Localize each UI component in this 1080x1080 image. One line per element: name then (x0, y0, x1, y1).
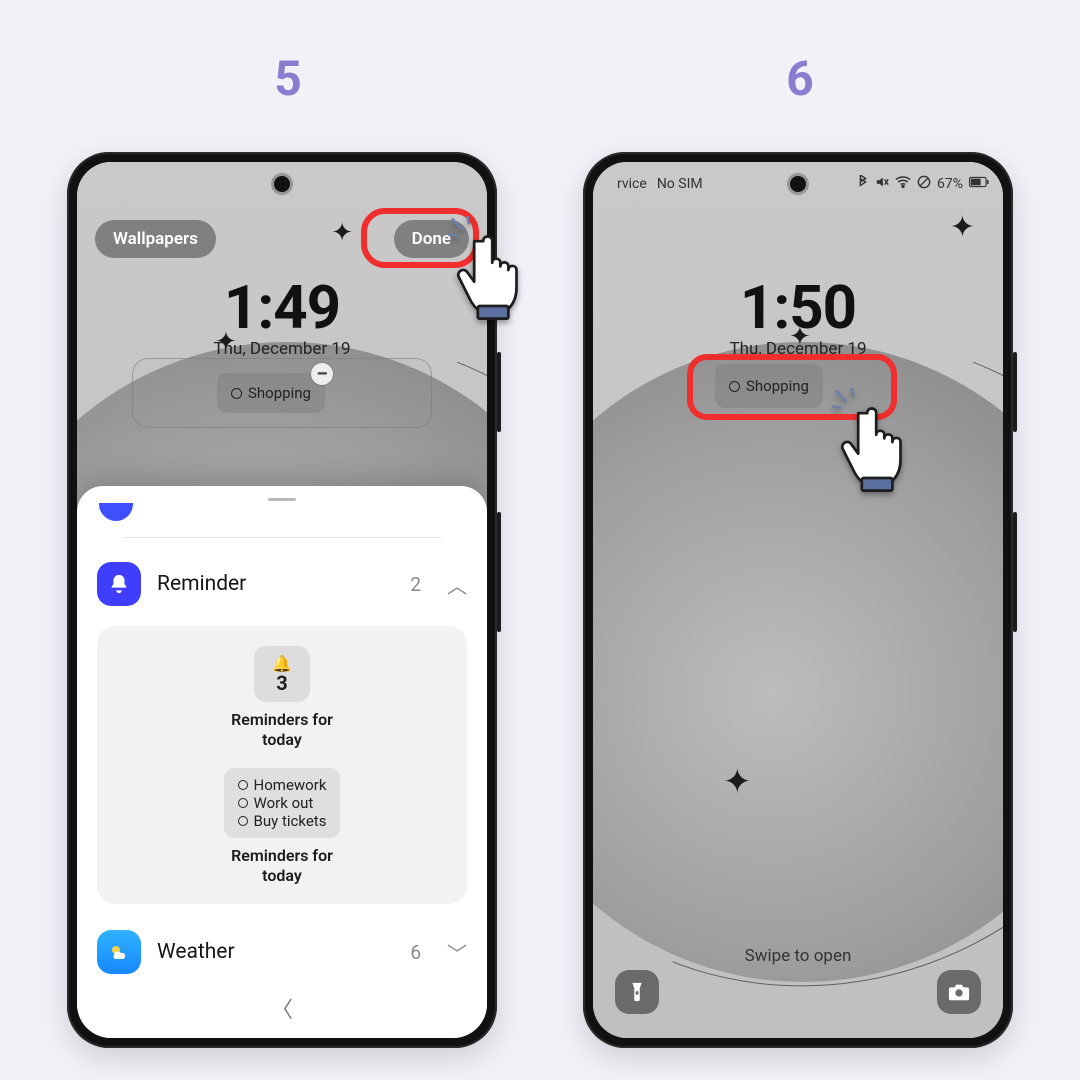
sparkle-icon: ✦ (950, 210, 975, 245)
shopping-widget[interactable]: Shopping (715, 364, 823, 408)
shopping-widget[interactable]: Shopping – (217, 373, 325, 413)
side-button (497, 512, 501, 632)
clock-time: 1:49 (77, 272, 487, 343)
shopping-label: Shopping (746, 377, 809, 395)
sparkle-icon: ✦ (723, 762, 752, 802)
wifi-icon (895, 176, 911, 192)
screen-step5: Wallpapers Done ✦ 1:49 Thu, December 19 … (77, 162, 487, 1038)
sheet-prev-row (77, 509, 487, 537)
step-number-5: 5 (258, 50, 318, 107)
radio-empty-icon (729, 381, 740, 392)
sheet-grabber[interactable] (268, 498, 296, 501)
clock-date: Thu, December 19 (593, 339, 1003, 359)
camera-hole (790, 176, 806, 192)
side-button (497, 352, 501, 432)
clock-date: Thu, December 19 ✦ (77, 339, 487, 359)
reminder-count: 3 (276, 671, 287, 695)
camera-hole (274, 176, 290, 192)
widget-picker-sheet[interactable]: Reminder 2 ︿ 🔔 3 Reminders for today Hom… (77, 486, 487, 1038)
shopping-label: Shopping (248, 384, 311, 402)
task-item: Buy tickets (238, 812, 327, 830)
wallpapers-button[interactable]: Wallpapers (95, 220, 216, 258)
bluetooth-icon (857, 175, 869, 193)
remove-widget-button[interactable]: – (311, 363, 333, 385)
camera-button[interactable] (937, 970, 981, 1014)
radio-empty-icon (238, 816, 248, 826)
screen-step6: rvice No SIM 67% (593, 162, 1003, 1038)
reminder-caption: Reminders for today (113, 846, 451, 886)
status-battery-text: 67% (937, 176, 963, 192)
reminder-widget-preview[interactable]: 🔔 3 Reminders for today Homework Work ou… (97, 626, 467, 904)
widget-row-count: 2 (410, 573, 421, 596)
side-button (1013, 352, 1017, 432)
mute-icon (875, 175, 889, 193)
reminder-count-badge: 🔔 3 (254, 646, 310, 702)
phone-frame-step6: rvice No SIM 67% (583, 152, 1013, 1048)
sparkle-icon: ✦ (331, 218, 353, 248)
reminder-app-icon (97, 562, 141, 606)
chevron-down-icon: ﹀ (447, 938, 467, 967)
swipe-to-open-label: Swipe to open (593, 946, 1003, 966)
widget-row-weather[interactable]: Weather 6 ﹀ (77, 918, 487, 986)
dnd-icon (917, 175, 931, 193)
task-item: Homework (238, 776, 327, 794)
status-sim: No SIM (657, 176, 703, 192)
side-button (1013, 512, 1017, 632)
lock-clock[interactable]: 1:50 Thu, December 19 (593, 272, 1003, 359)
tap-hand-icon (448, 216, 540, 324)
status-carrier: rvice (617, 176, 647, 192)
battery-icon (969, 176, 989, 192)
chevron-left-icon[interactable]: 〈 (77, 986, 487, 1026)
lock-clock[interactable]: 1:49 Thu, December 19 ✦ (77, 272, 487, 359)
step-number-6: 6 (770, 50, 830, 107)
chevron-up-icon: ︿ (447, 570, 467, 599)
divider (123, 537, 441, 538)
weather-app-icon (97, 930, 141, 974)
widget-row-count: 6 (410, 941, 421, 964)
widget-row-reminder[interactable]: Reminder 2 ︿ (77, 550, 487, 618)
radio-empty-icon (238, 798, 248, 808)
tap-hand-icon (832, 388, 924, 496)
sparkle-icon: ✦ (215, 327, 237, 357)
radio-empty-icon (238, 780, 248, 790)
widget-slot[interactable]: Shopping – (132, 358, 432, 428)
task-item: Work out (238, 794, 327, 812)
phone-frame-step5: Wallpapers Done ✦ 1:49 Thu, December 19 … (67, 152, 497, 1048)
widget-row-title: Reminder (157, 572, 394, 596)
clock-time: 1:50 (593, 272, 1003, 343)
reminder-tasks-preview: Homework Work out Buy tickets (224, 768, 341, 838)
prev-app-icon (99, 503, 133, 521)
reminder-caption: Reminders for today (113, 710, 451, 750)
flashlight-button[interactable] (615, 970, 659, 1014)
radio-empty-icon (231, 388, 242, 399)
widget-row-title: Weather (157, 940, 394, 964)
